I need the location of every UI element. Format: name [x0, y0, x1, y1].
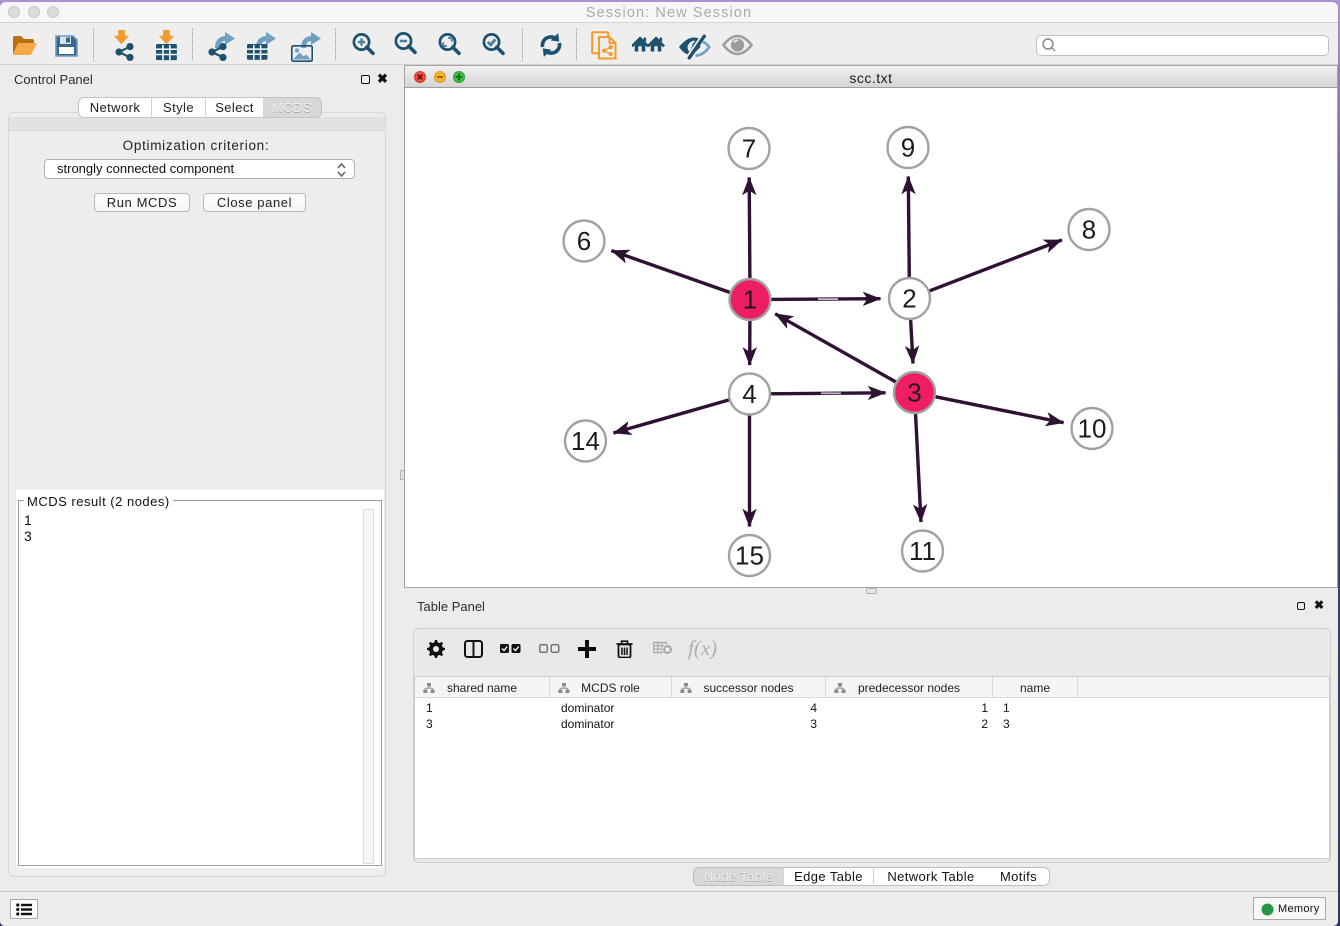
svg-text:2: 2: [902, 284, 916, 314]
svg-text:8: 8: [1082, 215, 1096, 245]
svg-text:4: 4: [742, 379, 756, 409]
svg-text:10: 10: [1078, 414, 1107, 444]
svg-text:1: 1: [743, 285, 757, 315]
svg-text:14: 14: [571, 426, 600, 456]
svg-text:6: 6: [577, 226, 591, 256]
svg-text:9: 9: [901, 133, 915, 163]
svg-text:15: 15: [735, 541, 764, 571]
svg-text:11: 11: [909, 536, 936, 566]
svg-text:7: 7: [742, 134, 756, 164]
svg-text:3: 3: [907, 378, 921, 408]
